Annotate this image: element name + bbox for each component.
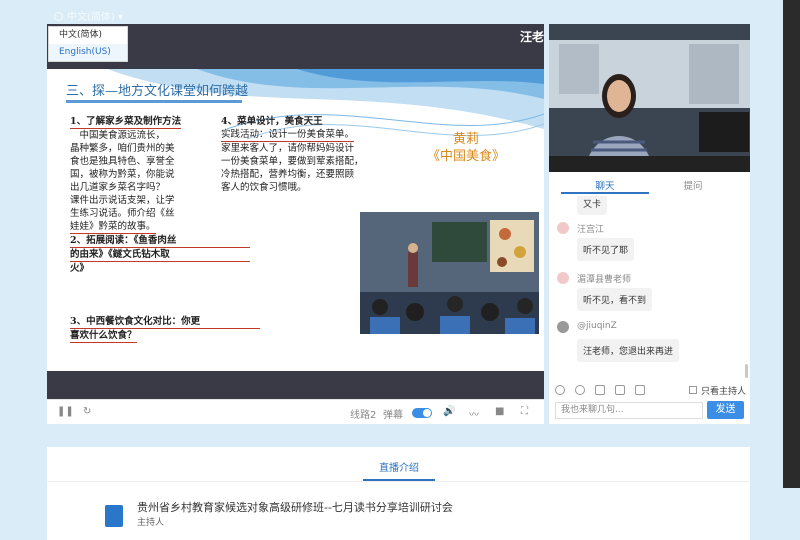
video-player: 汪老 三、探—地方文化课堂如何跨越 1、了解家乡菜及制作方法 中国美食源远流长，… bbox=[47, 24, 544, 424]
slide-line: 火》 bbox=[70, 263, 90, 274]
point-3-line: 3、中西餐饮食文化对比：你更 bbox=[70, 315, 260, 329]
teacher-camera bbox=[549, 24, 750, 172]
flower-icon[interactable] bbox=[575, 385, 585, 395]
camera-icon[interactable]: ■ bbox=[495, 406, 504, 417]
note-icon[interactable] bbox=[635, 385, 645, 395]
camera-feed bbox=[549, 24, 750, 172]
language-dropdown: 中文(简体) English(US) bbox=[48, 26, 128, 62]
avatar bbox=[557, 222, 569, 234]
live-info-section: 直播介绍 贵州省乡村教育家候选对象高级研修班--七月读书分享培训研讨会 主持人 bbox=[47, 447, 750, 540]
classroom-photo bbox=[360, 212, 539, 334]
point-2-heading: 2、拓展阅读：《鱼香肉丝 bbox=[70, 234, 250, 248]
emoji-icon[interactable] bbox=[555, 385, 565, 395]
slide-line: 的由来》《鐩文氏钻木取 bbox=[70, 248, 250, 262]
slide-line: 生练习说话。师介绍《丝 bbox=[70, 208, 175, 219]
danmu-toggle[interactable] bbox=[412, 408, 432, 418]
slide-line: 实践活动：设计一份美食菜单。 bbox=[221, 129, 355, 142]
slide-line: 客人的饮食习惯哦。 bbox=[221, 182, 307, 193]
chat-input[interactable]: 我也来聊几句... bbox=[555, 402, 703, 419]
point-3-line: 喜欢什么饮食？ bbox=[70, 330, 137, 343]
pause-icon[interactable]: ❚❚ bbox=[57, 406, 74, 417]
avatar bbox=[557, 272, 569, 284]
teacher-tag: 汪老 bbox=[519, 30, 544, 44]
title-underline bbox=[66, 100, 242, 103]
chat-bubble: 又卡 bbox=[577, 196, 608, 215]
language-label: 中文(简体) bbox=[67, 12, 115, 23]
globe-icon bbox=[54, 12, 63, 21]
tab-ask[interactable]: 提问 bbox=[649, 178, 737, 192]
slide-title: 三、探—地方文化课堂如何跨越 bbox=[66, 84, 249, 99]
course-title: 贵州省乡村教育家候选对象高级研修班--七月读书分享培训研讨会 bbox=[137, 501, 453, 514]
tab-live-intro[interactable]: 直播介绍 bbox=[363, 459, 435, 474]
slide-line: 娃娃》黔菜的故事。 bbox=[70, 221, 156, 234]
volume-icon[interactable]: 🔊 bbox=[443, 406, 455, 417]
chat-sender: 汪宫江 bbox=[577, 225, 605, 235]
point-4-heading: 4、菜单设计，美食天王 bbox=[221, 116, 323, 127]
signal-icon[interactable]: 〰 bbox=[469, 406, 479, 421]
chat-scrollbar[interactable] bbox=[745, 364, 748, 378]
fullscreen-icon[interactable]: ⛶ bbox=[521, 406, 528, 417]
window-edge bbox=[783, 0, 800, 488]
tab-chat[interactable]: 聊天 bbox=[561, 178, 649, 194]
divider bbox=[47, 481, 750, 482]
lesson-title: 《中国美食》 bbox=[427, 149, 506, 164]
player-controls: ❚❚ ↻ 线路2 弹幕 🔊 〰 ■ ⛶ bbox=[47, 399, 544, 424]
danmu-label: 弹幕 bbox=[383, 410, 403, 421]
chat-bubble: 听不见了耶 bbox=[577, 238, 635, 261]
language-option-en[interactable]: English(US) bbox=[49, 44, 127, 61]
slide-line: 课件出示说话支架，让学 bbox=[70, 195, 175, 206]
avatar bbox=[557, 321, 569, 333]
chat-bubble: 听不见，看不到 bbox=[577, 288, 653, 311]
route-selector[interactable]: 线路2 bbox=[350, 406, 376, 421]
chat-sender: @jiuqinZ bbox=[577, 321, 617, 331]
teacher-name: 黄莉 bbox=[453, 132, 480, 147]
language-option-zh[interactable]: 中文(简体) bbox=[49, 27, 127, 44]
classroom-illustration bbox=[360, 212, 539, 334]
host-only-checkbox[interactable] bbox=[689, 386, 697, 394]
slide-line: 一份美食菜单，要做到荤素搭配， bbox=[221, 156, 364, 167]
language-switcher[interactable]: 中文(简体) ▾ bbox=[54, 8, 123, 23]
send-button[interactable]: 发送 bbox=[707, 401, 744, 419]
image-icon[interactable] bbox=[615, 385, 625, 395]
chat-tabs: 聊天 提问 bbox=[549, 176, 750, 194]
refresh-icon[interactable]: ↻ bbox=[83, 406, 91, 417]
chat-bubble: 汪老师，您退出来再进 bbox=[577, 339, 680, 362]
point-3: 3、中西餐饮食文化对比：你更 喜欢什么饮食？ bbox=[70, 315, 260, 343]
gift-icon[interactable] bbox=[595, 385, 605, 395]
chat-messages: 又卡 汪宫江 听不见了耶 湄潭县曹老师 听不见，看不到 @jiuqinZ 汪老师… bbox=[549, 196, 744, 380]
chat-toolbar: 只看主持人 bbox=[555, 384, 750, 398]
slide-line: 冷热搭配，营养均衡，还要照顾 bbox=[221, 169, 355, 180]
side-panel: 聊天 提问 又卡 汪宫江 听不见了耶 湄潭县曹老师 听不见，看不到 @jiuqi… bbox=[549, 24, 750, 424]
slide-line: 家里来客人了，请你帮妈妈设计 bbox=[221, 143, 355, 154]
slide-teacher-name: 黄莉 《中国美食》 bbox=[427, 131, 505, 165]
point-1-heading: 1、了解家乡菜及制作方法 bbox=[70, 116, 182, 129]
slide-right-column: 4、菜单设计，美食天王 实践活动：设计一份美食菜单。 家里来客人了，请你帮妈妈设… bbox=[221, 115, 391, 194]
course-role: 主持人 bbox=[137, 518, 165, 528]
chat-sender: 湄潭县曹老师 bbox=[577, 275, 632, 285]
host-only-label: 只看主持人 bbox=[701, 387, 747, 397]
organizer-logo-icon bbox=[105, 505, 123, 527]
presentation-slide: 三、探—地方文化课堂如何跨越 1、了解家乡菜及制作方法 中国美食源远流长， 晶种… bbox=[47, 69, 544, 371]
